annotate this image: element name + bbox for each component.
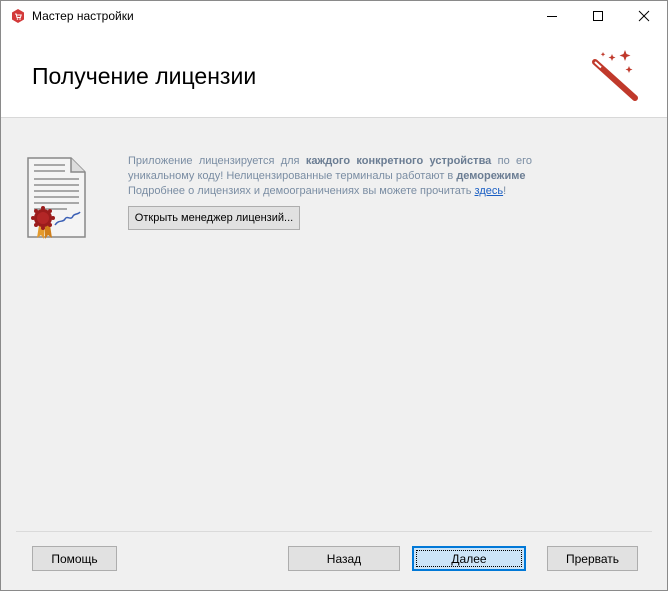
minimize-icon [547,16,557,17]
window-title: Мастер настройки [32,9,134,23]
cancel-button[interactable]: Прервать [547,546,638,571]
page-title: Получение лицензии [32,63,257,89]
focus-rectangle [416,550,522,567]
close-icon [638,10,650,22]
close-button[interactable] [621,1,667,31]
details-link[interactable]: здесь [475,185,504,197]
back-button[interactable]: Назад [288,546,400,571]
license-document-icon [27,157,86,239]
open-license-manager-button[interactable]: Открыть менеджер лицензий... [128,206,300,230]
magic-wand-icon [592,50,638,101]
license-info-text: Приложение лицензируется для каждого кон… [128,154,532,199]
maximize-button[interactable] [575,1,621,31]
app-icon [12,9,24,23]
info-line-3: Подробнее о лицензиях и демоограничениях… [128,185,507,197]
info-line-2: уникальному коду! Нелицензированные терм… [128,170,526,182]
help-button[interactable]: Помощь [32,546,117,571]
next-button[interactable]: Далее [412,546,526,571]
footer-separator [16,531,652,532]
title-bar: Мастер настройки [1,1,667,31]
wizard-content: Приложение лицензируется для каждого кон… [1,119,667,529]
maximize-icon [593,11,603,21]
setup-wizard-window: Мастер настройки Получение лицензии Прил… [0,0,668,591]
minimize-button[interactable] [529,1,575,31]
info-line-1: Приложение лицензируется для каждого кон… [128,155,532,167]
wizard-header: Получение лицензии [1,31,667,118]
